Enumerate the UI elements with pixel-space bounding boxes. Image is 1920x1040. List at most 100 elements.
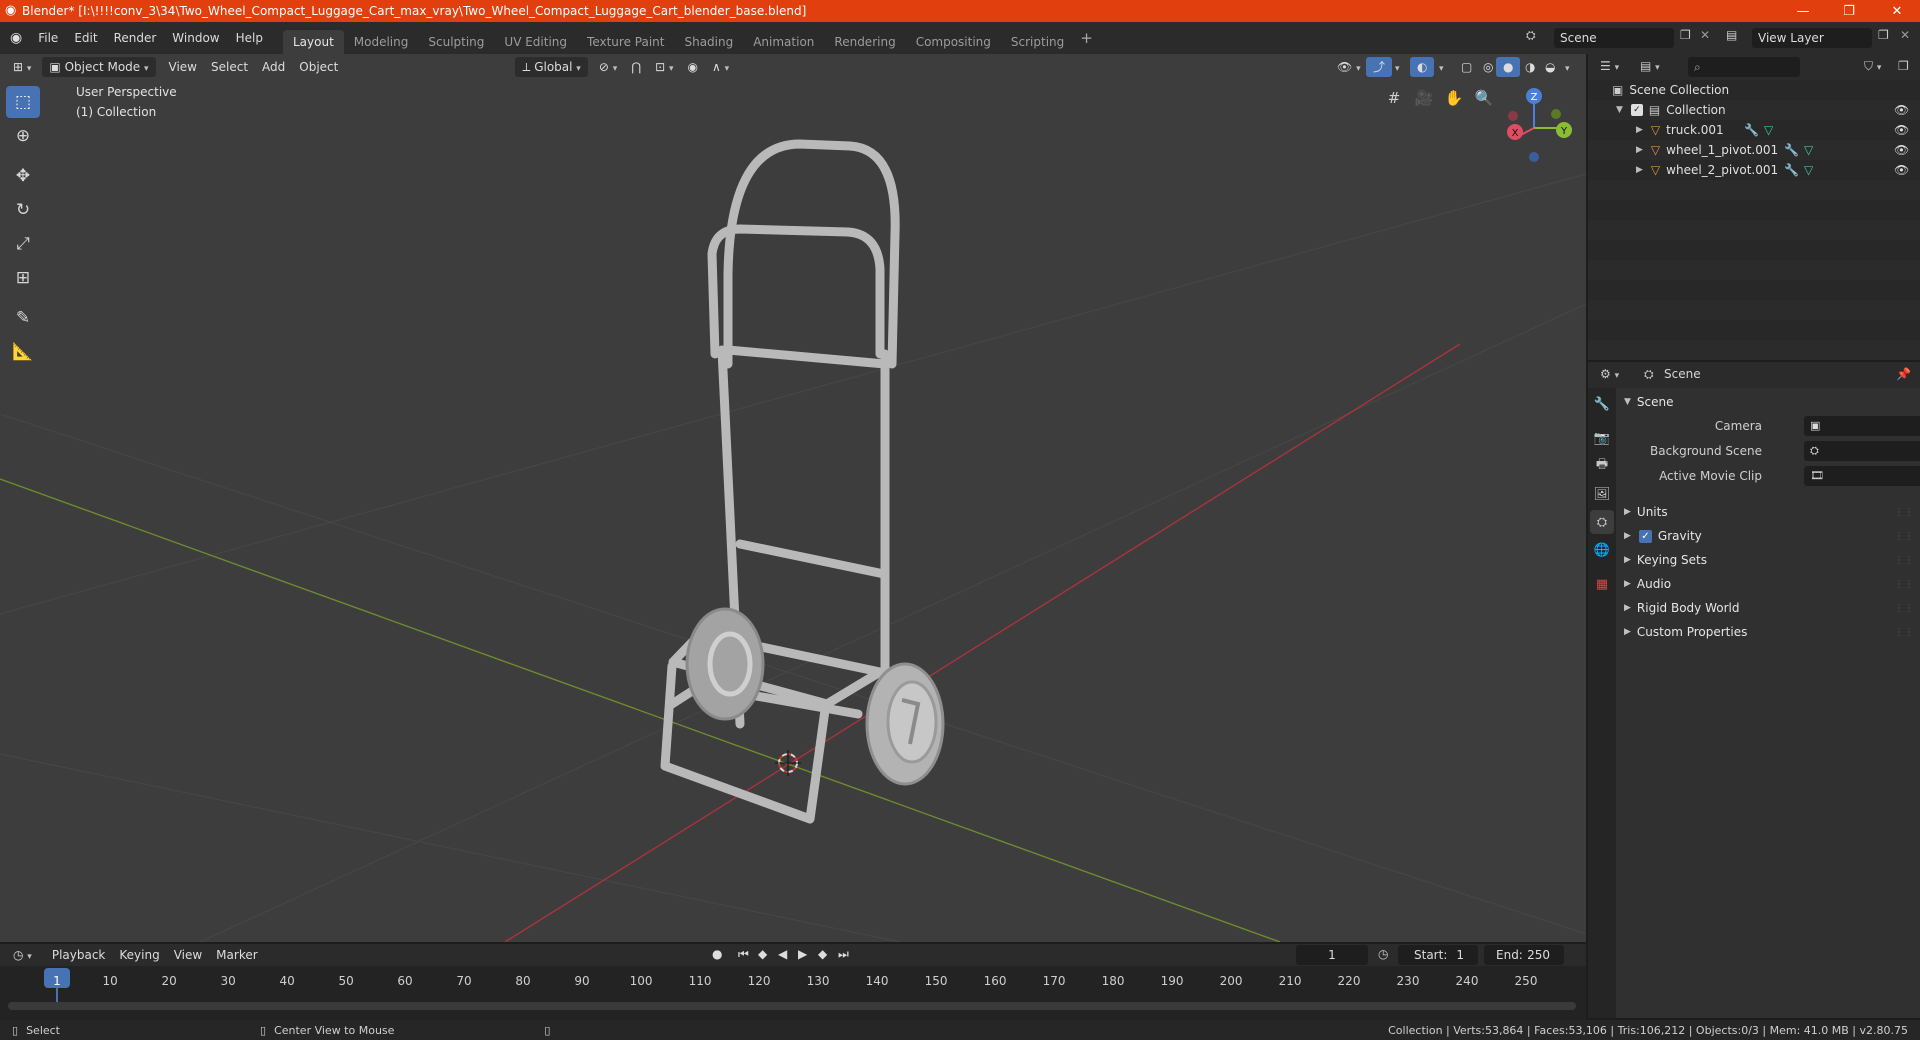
preview-range-icon[interactable]: ◷ <box>1378 947 1388 961</box>
tab-modeling[interactable]: Modeling <box>344 30 419 54</box>
outliner-row-object[interactable]: ▶ ▽ truck.001 🔧 ▽ 👁 <box>1588 120 1920 140</box>
solid-shading-icon[interactable]: ● <box>1496 57 1521 77</box>
navigation-gizmo[interactable]: Z Y X <box>1507 88 1572 162</box>
move-tool-icon[interactable]: ✥ <box>6 160 40 192</box>
object-visibility-icon[interactable]: 👁 <box>1894 163 1909 177</box>
collection-checkbox[interactable]: ✓ <box>1630 104 1643 116</box>
world-tab-icon[interactable]: 🌐 <box>1590 538 1614 562</box>
panel-gravity[interactable]: ▶ ✓ Gravity ⋮⋮ <box>1620 524 1916 548</box>
gravity-checkbox[interactable]: ✓ <box>1638 529 1652 543</box>
scene-selector[interactable]: Scene <box>1554 28 1674 48</box>
tool-tab-icon[interactable]: 🔧 <box>1590 392 1614 416</box>
object-visibility-icon[interactable]: 👁 <box>1894 143 1909 157</box>
tab-animation[interactable]: Animation <box>743 30 824 54</box>
falloff-icon[interactable]: ∧ ▾ <box>705 57 736 77</box>
mode-selector[interactable]: ▣ Object Mode ▾ <box>42 57 156 77</box>
annotate-tool-icon[interactable]: ✎ <box>6 302 40 334</box>
maximize-button[interactable]: ❐ <box>1826 0 1872 22</box>
expand-arrow-icon[interactable]: ▶ <box>1636 125 1643 135</box>
modifier-icon[interactable]: 🔧 <box>1784 163 1799 177</box>
transform-orientation-selector[interactable]: ⟂ Global ▾ <box>515 57 588 77</box>
property-field[interactable]: 🎞 <box>1804 466 1920 486</box>
transform-tool-icon[interactable]: ⊞ <box>6 262 40 294</box>
panel-keying-sets[interactable]: ▶ Keying Sets ⋮⋮ <box>1620 548 1916 572</box>
texture-tab-icon[interactable]: ▦ <box>1590 572 1614 596</box>
jump-start-icon[interactable]: ⏮ <box>738 947 749 962</box>
jump-end-icon[interactable]: ⏭ <box>838 947 849 962</box>
expand-arrow-icon[interactable]: ▶ <box>1636 165 1643 175</box>
new-collection-icon[interactable]: ❐ <box>1898 59 1909 73</box>
properties-editor-type-icon[interactable]: ⚙ ▾ <box>1600 367 1619 381</box>
proportional-edit-icon[interactable]: ◉ <box>680 57 704 77</box>
scene-tab-icon[interactable]: ⛭ <box>1590 510 1614 534</box>
menu-help[interactable]: Help <box>228 27 271 49</box>
play-icon[interactable]: ▶ <box>798 947 807 961</box>
timeline[interactable]: ◷ ▾ Playback Keying View Marker ● ⏮ ◆ ◀ ▶ ◆… <box>0 944 1586 1020</box>
timeline-ruler[interactable]: 1 10 20 30 40 50 60 70 80 90 100 110 120 130 140 150 160… <box>0 966 1586 1020</box>
tab-shading[interactable]: Shading <box>674 30 743 54</box>
delete-view-layer-icon[interactable]: ✕ <box>1900 28 1910 42</box>
select-box-tool-icon[interactable]: ⬚ <box>6 86 40 118</box>
delete-scene-icon[interactable]: ✕ <box>1700 28 1710 42</box>
toggle-grid-view-icon[interactable]: # <box>1380 84 1408 112</box>
start-frame-field[interactable]: Start: 1 <box>1398 945 1478 965</box>
prev-keyframe-icon[interactable]: ◆ <box>758 947 767 961</box>
panel-rigid-body-world[interactable]: ▶ Rigid Body World ⋮⋮ <box>1620 596 1916 620</box>
expand-arrow-icon[interactable]: ▼ <box>1616 105 1623 115</box>
object-visibility-icon[interactable]: 👁 <box>1894 123 1909 137</box>
timeline-editor-type-icon[interactable]: ◷ ▾ <box>6 945 39 965</box>
view-layer-selector[interactable]: View Layer <box>1752 28 1872 48</box>
tab-rendering[interactable]: Rendering <box>824 30 905 54</box>
modifier-icon[interactable]: 🔧 <box>1744 123 1759 137</box>
drag-handle-icon[interactable]: ⋮⋮ <box>1894 579 1914 590</box>
property-field[interactable]: ⛭ <box>1804 441 1920 461</box>
current-frame-field[interactable]: 1 <box>1296 945 1368 965</box>
pan-view-icon[interactable]: ✋ <box>1440 84 1468 112</box>
tab-scripting[interactable]: Scripting <box>1001 30 1074 54</box>
shading-menu-icon[interactable]: ▾ <box>1558 57 1577 77</box>
tab-sculpting[interactable]: Sculpting <box>418 30 494 54</box>
render-tab-icon[interactable]: 📷 <box>1590 426 1614 450</box>
camera-view-icon[interactable]: 🎥 <box>1410 84 1438 112</box>
panel-units[interactable]: ▶ Units ⋮⋮ <box>1620 500 1916 524</box>
next-keyframe-icon[interactable]: ◆ <box>818 947 827 961</box>
mesh-data-icon[interactable]: ▽ <box>1764 123 1773 137</box>
menu-render[interactable]: Render <box>106 27 165 49</box>
property-field[interactable]: ▣✒ <box>1804 416 1920 436</box>
overlays-toggle-icon[interactable]: ◐ <box>1410 57 1435 77</box>
scene-icon[interactable]: ⛭ <box>1526 28 1536 43</box>
view-layer-tab-icon[interactable]: 🖼 <box>1590 482 1614 506</box>
drag-handle-icon[interactable]: ⋮⋮ <box>1894 603 1914 614</box>
object-visibility-icon[interactable]: 👁 ▾ <box>1330 57 1368 77</box>
timeline-menu-marker[interactable]: Marker <box>209 945 264 965</box>
drag-handle-icon[interactable]: ⋮⋮ <box>1894 555 1914 566</box>
collection-visibility-icon[interactable]: 👁 <box>1894 103 1909 117</box>
viewport-menu-add[interactable]: Add <box>255 57 292 77</box>
outliner-row-object[interactable]: ▶ ▽ wheel_2_pivot.001 🔧 ▽ 👁 <box>1588 160 1920 180</box>
rotate-tool-icon[interactable]: ↻ <box>6 194 40 226</box>
tab-uv-editing[interactable]: UV Editing <box>494 30 577 54</box>
scale-tool-icon[interactable]: ⤢ <box>6 228 40 260</box>
timeline-menu-playback[interactable]: Playback <box>45 945 113 965</box>
menu-edit[interactable]: Edit <box>66 27 105 49</box>
modifier-icon[interactable]: 🔧 <box>1784 143 1799 157</box>
outliner-row-scene-collection[interactable]: ▣ Scene Collection <box>1588 80 1920 100</box>
drag-handle-icon[interactable]: ⋮⋮ <box>1894 627 1914 638</box>
display-mode-icon[interactable]: ▤ ▾ <box>1640 59 1660 73</box>
filter-icon[interactable]: ⛉ ▾ <box>1864 59 1881 74</box>
editor-type-button[interactable]: ⊞ ▾ <box>6 57 38 77</box>
viewport-menu-select[interactable]: Select <box>204 57 255 77</box>
drag-handle-icon[interactable]: ⋮⋮ <box>1894 531 1914 542</box>
timeline-scrollbar[interactable] <box>8 1002 1576 1010</box>
mesh-data-icon[interactable]: ▽ <box>1804 143 1813 157</box>
menu-file[interactable]: File <box>30 27 66 49</box>
tab-compositing[interactable]: Compositing <box>906 30 1001 54</box>
output-tab-icon[interactable]: 🖶 <box>1590 454 1614 478</box>
outliner-editor-type-icon[interactable]: ☰ ▾ <box>1600 59 1619 73</box>
new-scene-icon[interactable]: ❐ <box>1680 28 1691 42</box>
end-frame-field[interactable]: End: 250 <box>1484 945 1564 965</box>
3d-viewport[interactable]: Z Y X ⊞ ▾ ▣ Object Mode ▾ View Select Add O… <box>0 54 1586 942</box>
zoom-view-icon[interactable]: 🔍 <box>1470 84 1498 112</box>
minimize-button[interactable]: — <box>1780 0 1826 22</box>
pin-icon[interactable]: 📌 <box>1896 367 1911 381</box>
